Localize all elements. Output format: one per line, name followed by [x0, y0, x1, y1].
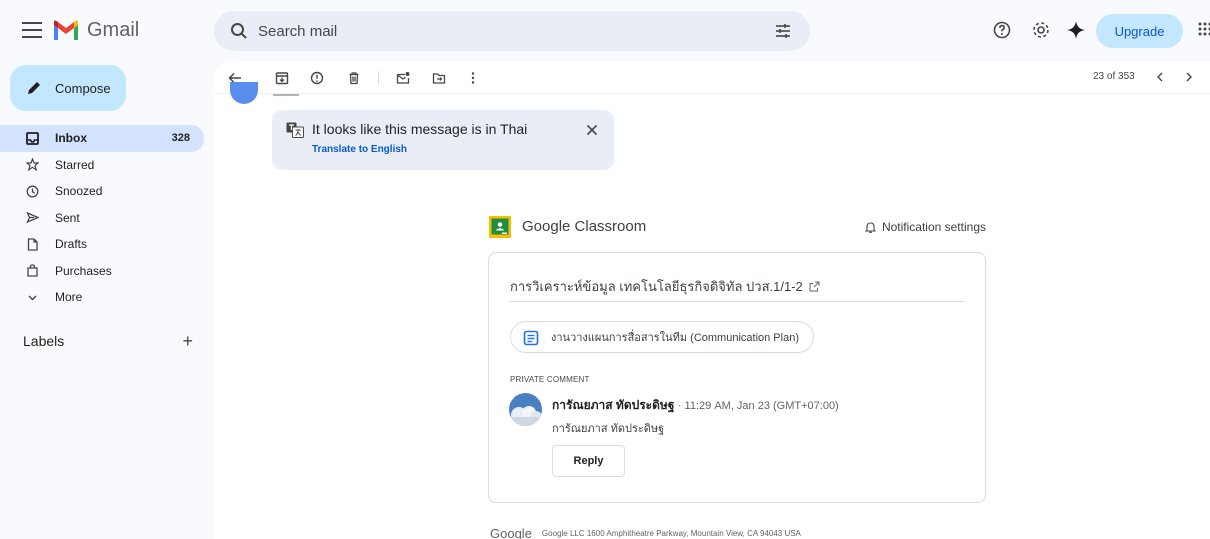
mail-nav: Inbox 328 Starred Snoozed Sent Drafts Pu… — [0, 125, 204, 311]
message-toolbar: 23 of 353 — [214, 62, 1210, 94]
sidebar: Compose Inbox 328 Starred Snoozed Sent D… — [0, 62, 214, 539]
pagination-count: 23 of 353 — [1093, 71, 1135, 82]
close-icon[interactable] — [584, 122, 600, 138]
google-apps-icon[interactable] — [1198, 22, 1210, 38]
sidebar-item-label: Inbox — [55, 131, 87, 146]
star-icon — [26, 158, 39, 172]
sidebar-item-label: Drafts — [55, 237, 88, 252]
mark-unread-icon[interactable] — [396, 71, 410, 85]
comment-timestamp: 11:29 AM, Jan 23 (GMT+07:00) — [684, 400, 839, 412]
notification-settings-label: Notification settings — [881, 220, 986, 234]
shopping-bag-icon — [27, 264, 38, 277]
compose-label: Compose — [55, 81, 111, 96]
translate-icon — [286, 122, 304, 138]
card-divider — [509, 301, 965, 302]
sidebar-item-drafts[interactable]: Drafts — [0, 231, 204, 258]
create-label-button[interactable]: + — [182, 331, 193, 352]
classroom-wordmark: Classroom — [570, 218, 647, 235]
help-icon[interactable] — [992, 20, 1012, 40]
message-view: 23 of 353 It looks like this message is … — [214, 62, 1210, 539]
app-name: Gmail — [87, 18, 140, 41]
classroom-brand: Google Classroom — [522, 218, 646, 235]
open-in-new-icon — [809, 281, 820, 292]
translate-banner: It looks like this message is in Thai Tr… — [272, 110, 614, 170]
older-chevron-right-icon[interactable] — [1183, 70, 1195, 84]
sidebar-item-inbox[interactable]: Inbox 328 — [0, 125, 204, 152]
toolbar-divider — [378, 71, 379, 85]
course-title: การวิเคราะห์ข้อมูล เทคโนโลยีธุรกิจดิจิทั… — [510, 279, 803, 294]
gmail-logo[interactable]: Gmail — [52, 18, 139, 42]
google-footer-logo: Google — [490, 525, 532, 539]
gmail-m-icon — [54, 20, 78, 40]
compose-button[interactable]: Compose — [10, 65, 126, 111]
email-footer: Google Google LLC 1600 Amphitheatre Park… — [490, 525, 1090, 539]
sidebar-item-label: Starred — [55, 157, 95, 172]
sidebar-item-starred[interactable]: Starred — [0, 152, 204, 179]
upgrade-button[interactable]: Upgrade — [1096, 14, 1183, 48]
report-spam-icon[interactable] — [310, 71, 324, 85]
course-title-link[interactable]: การวิเคราะห์ข้อมูล เทคโนโลยีธุรกิจดิจิทั… — [510, 276, 820, 297]
comment-text: การัณยภาส ทัดประดิษฐ — [552, 423, 665, 435]
sky-clouds-image — [509, 393, 542, 426]
top-bar: Gmail Upgrade — [0, 0, 1210, 62]
classroom-comment-card: การวิเคราะห์ข้อมูล เทคโนโลยีธุรกิจดิจิทั… — [488, 252, 986, 503]
translate-message: It looks like this message is in Thai — [312, 121, 528, 137]
classroom-header: Google Classroom Notification settings — [488, 212, 986, 242]
assignment-chip[interactable]: งานวางแผนการสื่อสารในทีม (Communication … — [510, 321, 814, 353]
commenter-name: การัณยภาส ทัดประดิษฐ — [552, 398, 675, 412]
sender-meta-line — [273, 94, 299, 96]
labels-section-header: Labels + — [23, 331, 193, 353]
notification-settings-link[interactable]: Notification settings — [864, 220, 986, 234]
search-options-icon[interactable] — [774, 22, 792, 40]
sidebar-item-label: Purchases — [55, 263, 112, 278]
bell-icon — [864, 222, 876, 233]
send-icon — [26, 211, 39, 224]
search-bar[interactable] — [214, 11, 810, 51]
trash-icon[interactable] — [347, 71, 361, 85]
footer-address: Google LLC 1600 Amphitheatre Parkway, Mo… — [541, 528, 801, 538]
sender-avatar[interactable] — [230, 82, 258, 104]
sidebar-item-label: Sent — [55, 210, 80, 225]
translate-link[interactable]: Translate to English — [312, 144, 407, 155]
assignment-title: งานวางแผนการสื่อสารในทีม (Communication … — [551, 332, 799, 344]
google-classroom-logo-icon — [489, 216, 511, 238]
google-wordmark: Google — [522, 218, 571, 235]
commenter-avatar — [509, 393, 542, 426]
sidebar-item-label: More — [55, 290, 83, 305]
private-comment-label: PRIVATE COMMENT — [510, 375, 590, 384]
pencil-icon — [28, 82, 40, 94]
inbox-icon — [26, 131, 39, 145]
labels-title: Labels — [23, 333, 65, 349]
sidebar-item-snoozed[interactable]: Snoozed — [0, 178, 204, 205]
newer-chevron-left-icon[interactable] — [1154, 70, 1166, 84]
chevron-down-icon — [28, 295, 37, 301]
clock-icon — [26, 185, 39, 198]
sidebar-item-label: Snoozed — [55, 184, 103, 199]
commenter-line: การัณยภาส ทัดประดิษฐ · 11:29 AM, Jan 23 … — [552, 398, 839, 412]
archive-icon[interactable] — [275, 71, 289, 85]
reply-button[interactable]: Reply — [552, 445, 625, 477]
draft-icon — [27, 238, 38, 251]
sidebar-item-purchases[interactable]: Purchases — [0, 258, 204, 285]
sidebar-item-more[interactable]: More — [0, 284, 204, 311]
search-icon[interactable] — [230, 22, 248, 40]
more-vertical-icon[interactable] — [466, 71, 480, 85]
sidebar-item-sent[interactable]: Sent — [0, 205, 204, 232]
move-to-icon[interactable] — [432, 71, 446, 85]
gemini-sparkle-icon[interactable] — [1066, 20, 1086, 40]
assignment-icon — [523, 330, 539, 346]
main-menu-icon[interactable] — [22, 22, 42, 38]
inbox-unread-count: 328 — [171, 132, 190, 145]
settings-gear-icon[interactable] — [1031, 20, 1051, 40]
search-input[interactable] — [258, 21, 758, 41]
